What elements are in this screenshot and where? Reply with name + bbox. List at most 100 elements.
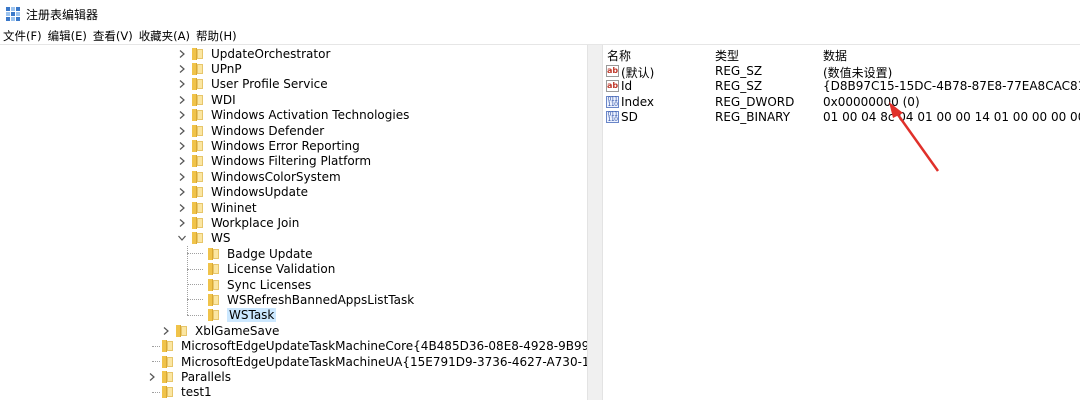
folder-icon <box>192 232 205 245</box>
chevron-right-icon[interactable] <box>177 78 187 90</box>
tree-guide-line <box>152 345 160 347</box>
chevron-right-icon[interactable] <box>177 140 187 152</box>
folder-icon <box>208 293 221 306</box>
folder-icon <box>192 78 205 91</box>
tree-node[interactable]: Wininet <box>177 200 257 215</box>
value-data: 0x00000000 (0) <box>823 94 920 109</box>
tree-node-label: WindowsUpdate <box>211 185 309 200</box>
tree-node[interactable]: XblGameSave <box>161 323 279 338</box>
value-data: {D8B97C15-15DC-4B78-87E8-77EA8CAC81B7} <box>823 79 1080 94</box>
chevron-right-icon[interactable] <box>177 125 187 137</box>
tree-node[interactable]: MicrosoftEdgeUpdateTaskMachineCore{4B485… <box>147 339 587 354</box>
value-row[interactable]: ab Id REG_SZ {D8B97C15-15DC-4B78-87E8-77EA8… <box>603 79 1080 94</box>
tree-node-label: WSRefreshBannedAppsListTask <box>227 292 415 307</box>
tree-node[interactable]: Badge Update <box>193 246 312 261</box>
folder-icon <box>192 47 205 60</box>
tree-node[interactable]: Windows Activation Technologies <box>177 108 409 123</box>
tree-node-label: Windows Activation Technologies <box>211 108 410 123</box>
registry-key-tree[interactable]: UpdateOrchestrator UPnP User Profile Servi… <box>0 45 587 400</box>
chevron-right-icon[interactable] <box>177 217 187 229</box>
folder-icon <box>192 139 205 152</box>
chevron-down-icon[interactable] <box>177 232 187 244</box>
value-name: SD <box>621 110 638 125</box>
folder-icon <box>208 278 221 291</box>
tree-node-label: UpdateOrchestrator <box>211 46 331 61</box>
chevron-right-icon[interactable] <box>177 186 187 198</box>
tree-node[interactable]: WindowsUpdate <box>177 185 308 200</box>
chevron-right-icon[interactable] <box>177 63 187 75</box>
chevron-right-icon[interactable] <box>177 48 187 60</box>
folder-icon <box>162 370 175 383</box>
tree-node[interactable]: Windows Filtering Platform <box>177 154 371 169</box>
folder-icon <box>192 170 205 183</box>
tree-guide-line <box>152 391 160 393</box>
folder-icon <box>162 355 175 368</box>
tree-node[interactable]: Windows Error Reporting <box>177 138 360 153</box>
value-type: REG_SZ <box>715 64 763 78</box>
chevron-right-icon[interactable] <box>177 109 187 121</box>
folder-icon <box>208 263 221 276</box>
menu-view[interactable]: 查看(V) <box>90 28 136 44</box>
chevron-right-icon[interactable] <box>161 325 171 337</box>
tree-node[interactable]: UpdateOrchestrator <box>177 46 330 61</box>
column-header-data[interactable]: 数据 <box>823 47 847 64</box>
menu-help[interactable]: 帮助(H) <box>193 28 240 44</box>
tree-node-label: WDI <box>211 92 236 107</box>
chevron-right-icon[interactable] <box>177 94 187 106</box>
tree-node[interactable]: MicrosoftEdgeUpdateTaskMachineUA{15E791D… <box>147 354 587 369</box>
chevron-right-icon[interactable] <box>177 171 187 183</box>
tree-node[interactable]: License Validation <box>193 262 335 277</box>
folder-icon <box>208 309 221 322</box>
tree-node[interactable]: WS <box>177 231 230 246</box>
binary-value-icon: 011 110 <box>606 111 619 124</box>
column-header-name[interactable]: 名称 <box>607 47 631 64</box>
tree-guide-line <box>187 253 203 255</box>
menu-favorites[interactable]: 收藏夹(A) <box>136 28 193 44</box>
values-header: 名称 类型 数据 <box>603 45 1080 64</box>
tree-node-label: WindowsColorSystem <box>211 169 341 184</box>
tree-node-label: MicrosoftEdgeUpdateTaskMachineCore{4B485… <box>181 339 587 354</box>
tree-node-label: License Validation <box>227 262 336 277</box>
tree-node-label: Windows Filtering Platform <box>211 154 372 169</box>
chevron-right-icon[interactable] <box>147 371 157 383</box>
tree-node-label: WS <box>211 231 231 246</box>
value-row[interactable]: 011 110 SD REG_BINARY 01 00 04 8c 04 01 00 0… <box>603 110 1080 125</box>
tree-node[interactable]: WSTask <box>193 308 277 323</box>
folder-icon <box>192 124 205 137</box>
value-row[interactable]: 011 110 Index REG_DWORD 0x00000000 (0) <box>603 95 1080 110</box>
value-name: Id <box>621 79 633 94</box>
folder-icon <box>192 216 205 229</box>
chevron-right-icon[interactable] <box>177 155 187 167</box>
folder-icon <box>162 386 175 399</box>
folder-icon <box>208 247 221 260</box>
column-header-type[interactable]: 类型 <box>715 47 739 64</box>
menu-file[interactable]: 文件(F) <box>0 28 45 44</box>
tree-node[interactable]: WSRefreshBannedAppsListTask <box>193 292 414 307</box>
string-value-icon: ab <box>606 65 619 77</box>
folder-icon <box>162 340 175 353</box>
tree-node[interactable]: Parallels <box>147 369 231 384</box>
tree-node[interactable]: WindowsColorSystem <box>177 169 341 184</box>
tree-node-label: MicrosoftEdgeUpdateTaskMachineUA{15E791D… <box>181 354 587 369</box>
value-row[interactable]: ab (默认) REG_SZ (数值未设置) <box>603 64 1080 80</box>
tree-node[interactable]: Windows Defender <box>177 123 324 138</box>
folder-icon <box>192 201 205 214</box>
tree-node[interactable]: UPnP <box>177 61 242 76</box>
tree-guide-line <box>187 284 203 285</box>
menu-edit[interactable]: 编辑(E) <box>45 28 90 44</box>
tree-node[interactable]: User Profile Service <box>177 77 328 92</box>
tree-node-label: User Profile Service <box>211 77 328 92</box>
chevron-right-icon[interactable] <box>177 202 187 214</box>
folder-icon <box>192 155 205 168</box>
registry-values-list[interactable]: 名称 类型 数据 ab (默认) REG_SZ (数值未设置) ab Id REG_SZ {D… <box>603 45 1080 400</box>
tree-node-label: Windows Defender <box>211 123 325 138</box>
folder-icon <box>192 186 205 199</box>
tree-node-label: Windows Error Reporting <box>211 138 360 153</box>
folder-icon <box>192 93 205 106</box>
tree-node[interactable]: WDI <box>177 92 236 107</box>
pane-splitter[interactable] <box>587 45 603 400</box>
tree-node-label: Badge Update <box>227 246 313 261</box>
tree-node[interactable]: Workplace Join <box>177 215 299 230</box>
tree-node-label: XblGameSave <box>195 323 280 338</box>
tree-node[interactable]: Sync Licenses <box>193 277 311 292</box>
